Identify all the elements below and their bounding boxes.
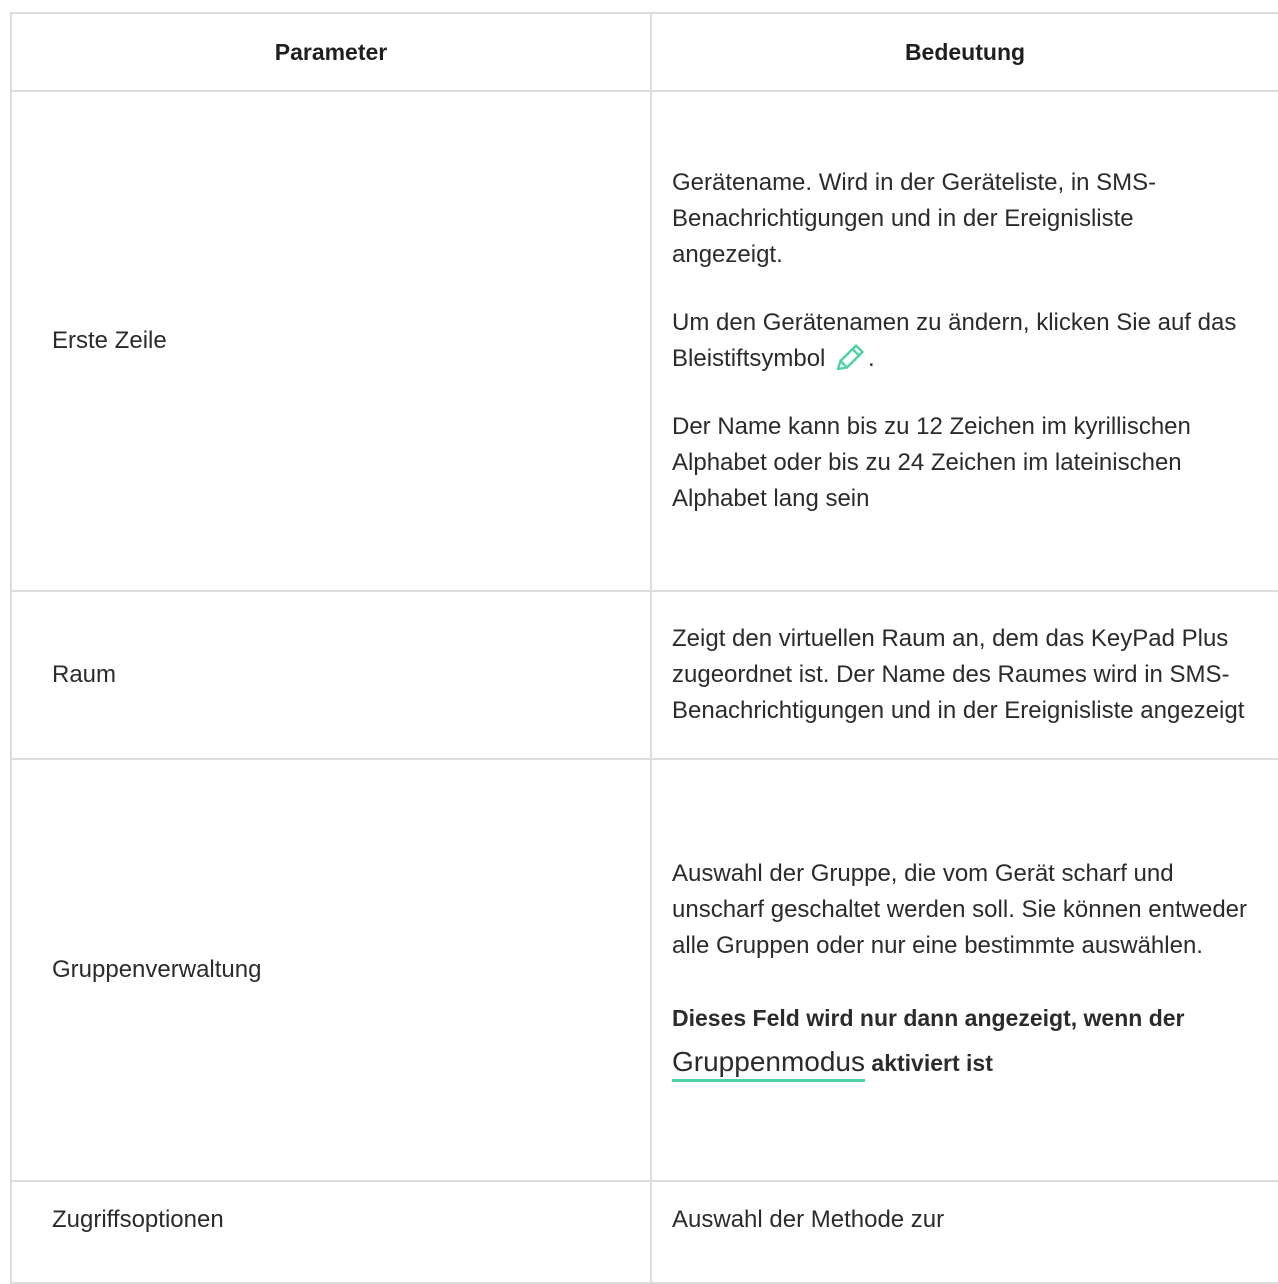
param-cell: Raum: [11, 591, 652, 760]
header-meaning: Bedeutung: [651, 12, 1278, 92]
description-text-fragment: Um den Gerätenamen zu ändern, klicken Si…: [672, 309, 1237, 372]
param-cell: Gruppenverwaltung: [11, 759, 652, 1182]
description-cell: Gerätename. Wird in der Geräteliste, in …: [651, 91, 1278, 592]
description-cell: Zeigt den virtuellen Raum an, dem das Ke…: [651, 591, 1278, 760]
param-cell: Erste Zeile: [11, 91, 652, 592]
parameter-table: Parameter Bedeutung Erste Zeile Gerätena…: [10, 12, 1278, 1284]
group-mode-link[interactable]: Gruppenmodus: [672, 1045, 866, 1082]
table-row: Raum Zeigt den virtuellen Raum an, dem d…: [11, 591, 1278, 760]
header-parameter: Parameter: [11, 12, 652, 92]
description-text-fragment: .: [868, 345, 875, 372]
note-text: Dieses Feld wird nur dann angezeigt, wen…: [672, 996, 1250, 1085]
table-row: Erste Zeile Gerätename. Wird in der Gerä…: [11, 91, 1278, 592]
description-cell: Auswahl der Methode zur: [651, 1181, 1278, 1284]
table-header-row: Parameter Bedeutung: [11, 12, 1278, 92]
description-cell: Auswahl der Gruppe, die vom Gerät scharf…: [651, 759, 1278, 1182]
parameter-table-container: Parameter Bedeutung Erste Zeile Gerätena…: [10, 12, 1278, 1284]
table-row: Zugriffsoptionen Auswahl der Methode zur: [11, 1181, 1278, 1284]
description-text: Zeigt den virtuellen Raum an, dem das Ke…: [672, 625, 1245, 724]
pencil-icon: [834, 342, 868, 372]
param-cell: Zugriffsoptionen: [11, 1181, 652, 1284]
description-text: Auswahl der Gruppe, die vom Gerät scharf…: [672, 859, 1248, 959]
description-text: Der Name kann bis zu 12 Zeichen im kyril…: [672, 413, 1191, 512]
table-row: Gruppenverwaltung Auswahl der Gruppe, di…: [11, 759, 1278, 1182]
note-text-fragment: aktiviert ist: [871, 1049, 993, 1076]
description-text: Um den Gerätenamen zu ändern, klicken Si…: [672, 305, 1250, 377]
note-text-fragment: Dieses Feld wird nur dann angezeigt, wen…: [672, 1004, 1185, 1031]
description-text: Auswahl der Methode zur: [672, 1206, 945, 1233]
description-text: Gerätename. Wird in der Geräteliste, in …: [672, 169, 1157, 268]
